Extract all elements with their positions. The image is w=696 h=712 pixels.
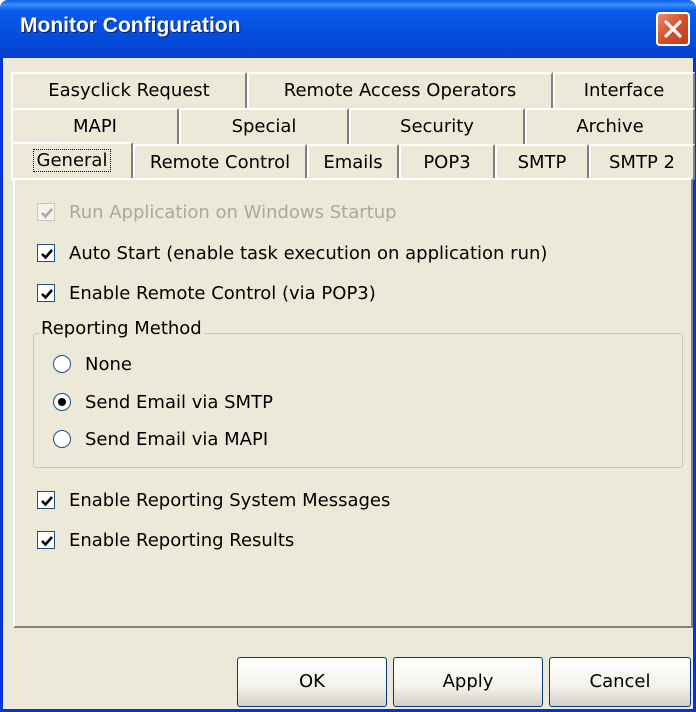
enable-reporting-results-label[interactable]: Enable Reporting Results: [69, 530, 294, 551]
tab-mapi[interactable]: MAPI: [11, 108, 179, 144]
tab-pop3[interactable]: POP3: [399, 144, 495, 180]
close-icon: [664, 20, 682, 38]
reporting-none-option[interactable]: None: [53, 350, 132, 378]
enable-remote-control-label[interactable]: Enable Remote Control (via POP3): [69, 283, 376, 304]
cancel-button[interactable]: Cancel: [549, 657, 691, 707]
enable-remote-control-checkbox[interactable]: [37, 284, 55, 302]
enable-reporting-results-option[interactable]: Enable Reporting Results: [37, 526, 294, 554]
enable-reporting-system-messages-checkbox[interactable]: [37, 491, 55, 509]
auto-start-label[interactable]: Auto Start (enable task execution on app…: [69, 243, 547, 264]
run-on-startup-option: Run Application on Windows Startup: [37, 198, 397, 226]
reporting-smtp-radio[interactable]: [53, 393, 71, 411]
run-on-startup-checkbox: [37, 203, 55, 221]
monitor-configuration-window: Monitor Configuration Easyclick Request …: [0, 0, 696, 712]
window-title: Monitor Configuration: [20, 14, 241, 37]
reporting-mapi-label[interactable]: Send Email via MAPI: [85, 429, 268, 450]
tab-remote-control[interactable]: Remote Control: [133, 144, 307, 180]
tab-special[interactable]: Special: [179, 108, 349, 144]
tab-archive[interactable]: Archive: [525, 108, 695, 144]
reporting-method-title: Reporting Method: [39, 318, 204, 339]
reporting-smtp-label[interactable]: Send Email via SMTP: [85, 392, 273, 413]
reporting-none-radio[interactable]: [53, 355, 71, 373]
auto-start-checkbox[interactable]: [37, 244, 55, 262]
close-button[interactable]: [656, 12, 690, 46]
reporting-mapi-radio[interactable]: [53, 430, 71, 448]
check-icon: [41, 289, 53, 300]
reporting-smtp-option[interactable]: Send Email via SMTP: [53, 388, 273, 416]
tab-emails[interactable]: Emails: [307, 144, 399, 180]
title-bar[interactable]: Monitor Configuration: [0, 0, 696, 58]
tab-smtp-2[interactable]: SMTP 2: [589, 144, 695, 180]
check-icon: [41, 249, 53, 260]
reporting-none-label[interactable]: None: [85, 354, 132, 375]
run-on-startup-label: Run Application on Windows Startup: [69, 201, 397, 223]
reporting-mapi-option[interactable]: Send Email via MAPI: [53, 425, 268, 453]
radio-selected-dot: [58, 398, 66, 406]
enable-remote-control-option[interactable]: Enable Remote Control (via POP3): [37, 279, 376, 307]
enable-reporting-system-messages-option[interactable]: Enable Reporting System Messages: [37, 486, 390, 514]
check-icon: [41, 208, 53, 219]
tab-general-label: General: [32, 149, 112, 172]
enable-reporting-system-messages-label[interactable]: Enable Reporting System Messages: [69, 490, 390, 511]
tab-remote-access-operators[interactable]: Remote Access Operators: [247, 72, 553, 108]
tab-smtp[interactable]: SMTP: [495, 144, 589, 180]
tab-easyclick-request[interactable]: Easyclick Request: [11, 72, 247, 108]
auto-start-option[interactable]: Auto Start (enable task execution on app…: [37, 239, 547, 267]
check-icon: [41, 536, 53, 547]
tab-security[interactable]: Security: [349, 108, 525, 144]
check-icon: [41, 496, 53, 507]
enable-reporting-results-checkbox[interactable]: [37, 531, 55, 549]
tab-general[interactable]: General: [11, 142, 133, 180]
apply-button[interactable]: Apply: [393, 657, 543, 707]
tab-interface[interactable]: Interface: [553, 72, 695, 108]
ok-button[interactable]: OK: [237, 657, 387, 707]
